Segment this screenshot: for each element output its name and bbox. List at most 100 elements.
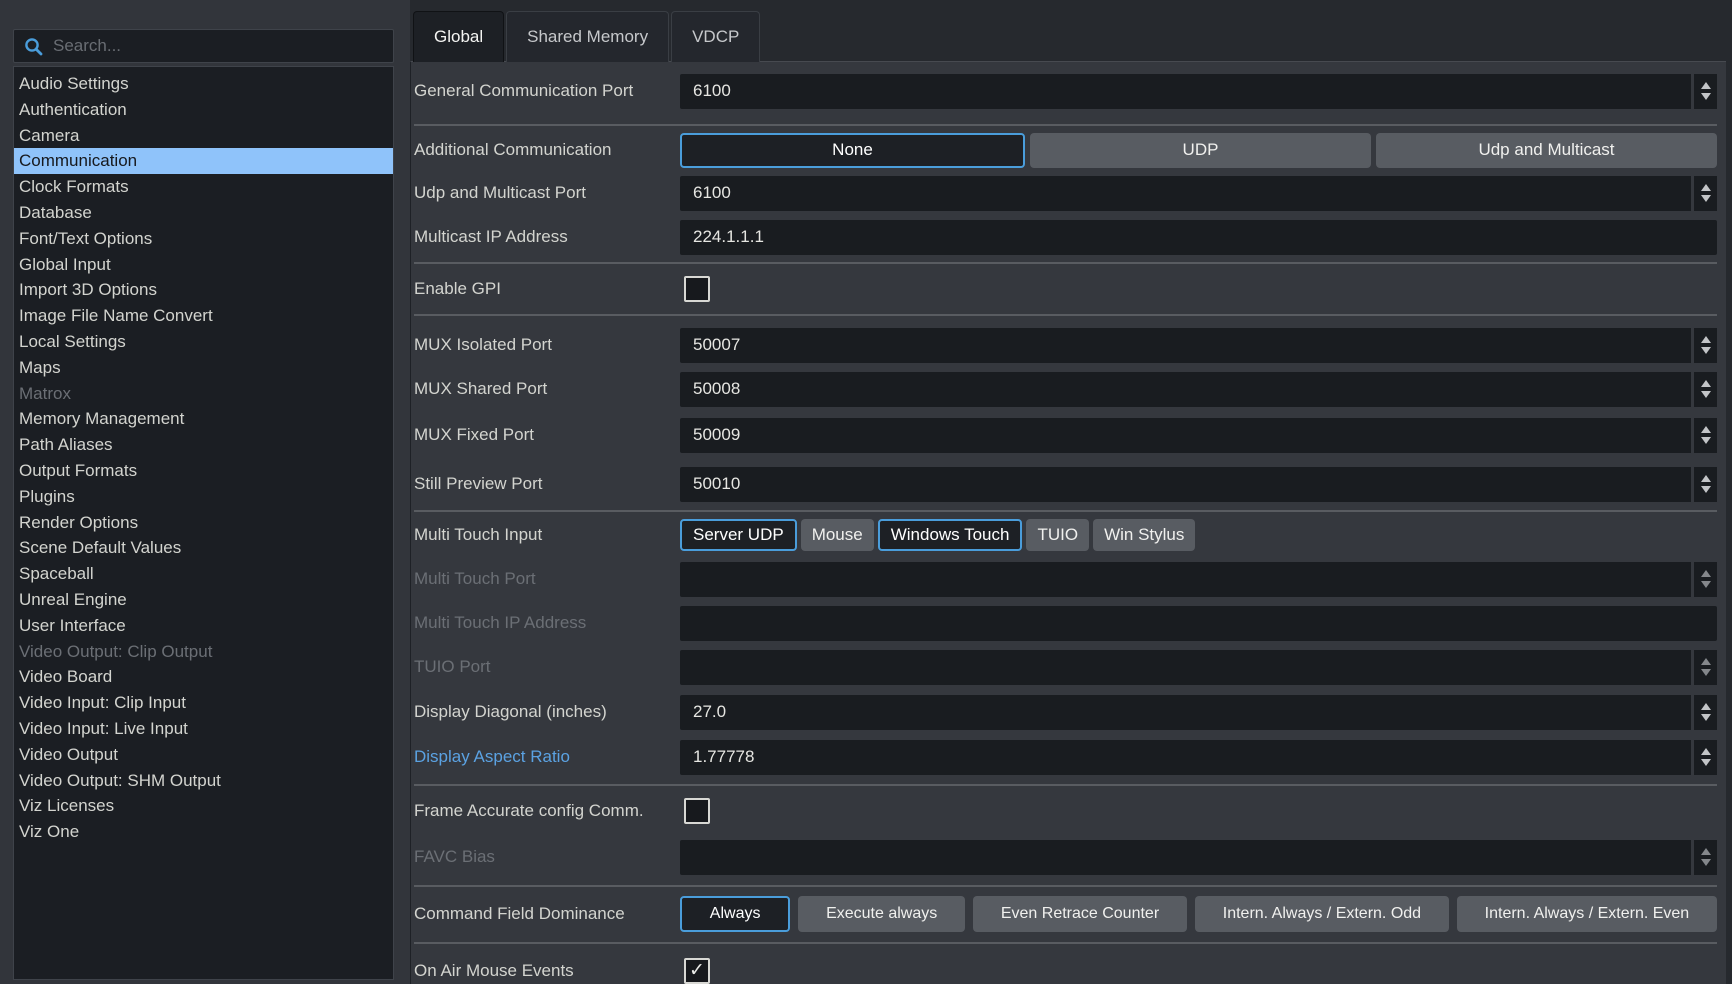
option-even-retrace-counter-button[interactable]: Even Retrace Counter	[973, 896, 1187, 932]
option-always-button[interactable]: Always	[680, 896, 790, 932]
row-tuio-port: TUIO Port	[414, 649, 1717, 685]
additional-communication-button-group: NoneUDPUdp and Multicast	[680, 133, 1717, 168]
multi-touch-input-control: Server UDPMouseWindows TouchTUIOWin Styl…	[680, 517, 1717, 553]
mux-shared-port-value: 50008	[680, 372, 1691, 407]
sidebar-item-communication[interactable]: Communication	[14, 148, 393, 174]
frame-accurate-config-comm-label: Frame Accurate config Comm.	[414, 801, 680, 821]
multi-touch-port-control	[680, 561, 1717, 597]
display-diagonal-inches-spinner[interactable]	[1691, 695, 1717, 730]
sidebar-item-audio-settings[interactable]: Audio Settings	[14, 71, 393, 97]
sidebar-item-image-file-name-convert[interactable]: Image File Name Convert	[14, 303, 393, 329]
sidebar-item-render-options[interactable]: Render Options	[14, 510, 393, 536]
sidebar-item-import-3d-options[interactable]: Import 3D Options	[14, 277, 393, 303]
mux-shared-port-spinner[interactable]	[1691, 372, 1717, 407]
mux-fixed-port-spinner[interactable]	[1691, 418, 1717, 453]
sidebar-item-viz-one[interactable]: Viz One	[14, 819, 393, 845]
display-diagonal-inches-input[interactable]: 27.0	[680, 695, 1717, 730]
row-additional-communication: Additional CommunicationNoneUDPUdp and M…	[414, 132, 1717, 168]
viz-config-window: Audio SettingsAuthenticationCameraCommun…	[0, 0, 1732, 984]
mux-isolated-port-control: 50007	[680, 327, 1717, 363]
still-preview-port-input[interactable]: 50010	[680, 467, 1717, 502]
mux-isolated-port-spinner[interactable]	[1691, 328, 1717, 363]
option-udp-button[interactable]: UDP	[1030, 133, 1371, 168]
command-field-dominance-label: Command Field Dominance	[414, 904, 680, 924]
still-preview-port-spinner[interactable]	[1691, 467, 1717, 502]
sidebar-item-video-board[interactable]: Video Board	[14, 664, 393, 690]
sidebar-item-authentication[interactable]: Authentication	[14, 97, 393, 123]
sidebar-item-scene-default-values[interactable]: Scene Default Values	[14, 535, 393, 561]
tuio-port-input	[680, 650, 1717, 685]
option-udp-and-multicast-button[interactable]: Udp and Multicast	[1376, 133, 1717, 168]
sidebar-item-output-formats[interactable]: Output Formats	[14, 458, 393, 484]
sidebar-item-database[interactable]: Database	[14, 200, 393, 226]
option-server-udp-button[interactable]: Server UDP	[680, 519, 797, 551]
sidebar-item-memory-management[interactable]: Memory Management	[14, 406, 393, 432]
spinner-up-icon	[1701, 475, 1711, 482]
display-aspect-ratio-value: 1.77778	[680, 740, 1691, 775]
multi-touch-port-value	[680, 562, 1691, 597]
section-divider	[414, 510, 1717, 512]
sidebar-item-user-interface[interactable]: User Interface	[14, 613, 393, 639]
option-none-button[interactable]: None	[680, 133, 1025, 168]
sidebar-item-video-input-live-input[interactable]: Video Input: Live Input	[14, 716, 393, 742]
general-communication-port-value: 6100	[680, 74, 1691, 109]
section-divider	[414, 124, 1717, 126]
sidebar-item-video-output[interactable]: Video Output	[14, 742, 393, 768]
tab-vdcp[interactable]: VDCP	[671, 11, 760, 62]
sidebar-item-global-input[interactable]: Global Input	[14, 252, 393, 278]
option-windows-touch-button[interactable]: Windows Touch	[878, 519, 1023, 551]
display-aspect-ratio-control: 1.77778	[680, 739, 1717, 775]
option-win-stylus-button[interactable]: Win Stylus	[1093, 519, 1195, 551]
search-box[interactable]	[13, 29, 394, 63]
on-air-mouse-events-control: ✓	[680, 953, 1717, 984]
sidebar-item-clock-formats[interactable]: Clock Formats	[14, 174, 393, 200]
tab-shared-memory[interactable]: Shared Memory	[506, 11, 669, 62]
sidebar-item-font-text-options[interactable]: Font/Text Options	[14, 226, 393, 252]
tuio-port-value	[680, 650, 1691, 685]
udp-and-multicast-port-input[interactable]: 6100	[680, 176, 1717, 211]
enable-gpi-checkbox[interactable]	[684, 276, 710, 302]
sidebar-item-camera[interactable]: Camera	[14, 123, 393, 149]
multi-touch-port-spinner	[1691, 562, 1717, 597]
general-communication-port-label: General Communication Port	[414, 81, 680, 101]
multi-touch-ip-address-value	[680, 606, 1717, 641]
udp-and-multicast-port-spinner[interactable]	[1691, 176, 1717, 211]
mux-fixed-port-input[interactable]: 50009	[680, 418, 1717, 453]
frame-accurate-config-comm-checkbox[interactable]	[684, 798, 710, 824]
general-communication-port-input[interactable]: 6100	[680, 74, 1717, 109]
general-communication-port-spinner[interactable]	[1691, 74, 1717, 109]
sidebar-item-path-aliases[interactable]: Path Aliases	[14, 432, 393, 458]
multicast-ip-address-value: 224.1.1.1	[680, 220, 1717, 255]
mux-isolated-port-input[interactable]: 50007	[680, 328, 1717, 363]
mux-shared-port-input[interactable]: 50008	[680, 372, 1717, 407]
row-command-field-dominance: Command Field DominanceAlwaysExecute alw…	[414, 896, 1717, 932]
row-multi-touch-input: Multi Touch InputServer UDPMouseWindows …	[414, 517, 1717, 553]
multicast-ip-address-input[interactable]: 224.1.1.1	[680, 220, 1717, 255]
on-air-mouse-events-checkbox[interactable]: ✓	[684, 958, 710, 984]
tab-global[interactable]: Global	[413, 11, 504, 62]
search-input[interactable]	[53, 36, 383, 56]
row-favc-bias: FAVC Bias	[414, 839, 1717, 875]
display-aspect-ratio-input[interactable]: 1.77778	[680, 740, 1717, 775]
sidebar-item-plugins[interactable]: Plugins	[14, 484, 393, 510]
display-aspect-ratio-spinner[interactable]	[1691, 740, 1717, 775]
section-divider	[414, 314, 1717, 316]
display-aspect-ratio-label[interactable]: Display Aspect Ratio	[414, 747, 680, 767]
section-divider	[414, 784, 1717, 786]
sidebar-item-local-settings[interactable]: Local Settings	[14, 329, 393, 355]
on-air-mouse-events-label: On Air Mouse Events	[414, 961, 680, 981]
sidebar-item-matrox: Matrox	[14, 381, 393, 407]
option-execute-always-button[interactable]: Execute always	[798, 896, 965, 932]
option-intern-always-extern-odd-button[interactable]: Intern. Always / Extern. Odd	[1195, 896, 1449, 932]
sidebar-item-video-output-shm-output[interactable]: Video Output: SHM Output	[14, 768, 393, 794]
sidebar-item-unreal-engine[interactable]: Unreal Engine	[14, 587, 393, 613]
option-mouse-button[interactable]: Mouse	[801, 519, 874, 551]
row-still-preview-port: Still Preview Port50010	[414, 466, 1717, 502]
option-tuio-button[interactable]: TUIO	[1026, 519, 1089, 551]
sidebar-item-spaceball[interactable]: Spaceball	[14, 561, 393, 587]
sidebar-item-viz-licenses[interactable]: Viz Licenses	[14, 793, 393, 819]
option-intern-always-extern-even-button[interactable]: Intern. Always / Extern. Even	[1457, 896, 1717, 932]
sidebar-item-maps[interactable]: Maps	[14, 355, 393, 381]
spinner-up-icon	[1701, 82, 1711, 89]
sidebar-item-video-input-clip-input[interactable]: Video Input: Clip Input	[14, 690, 393, 716]
